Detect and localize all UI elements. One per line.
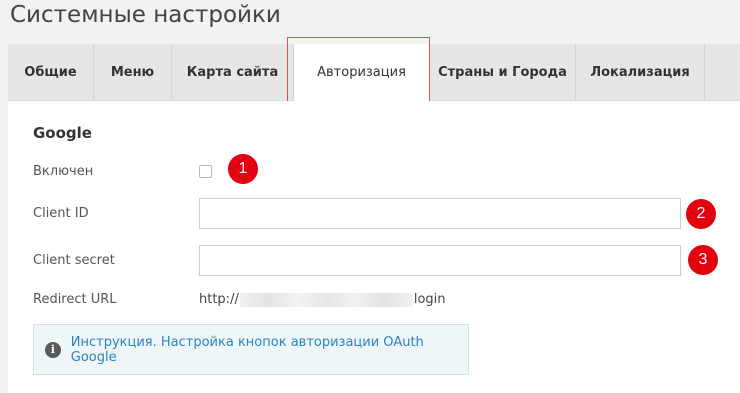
redirect-url-prefix: http:// [199, 292, 239, 307]
tab-menu[interactable]: Меню [94, 44, 172, 100]
info-icon: i [45, 341, 61, 358]
redacted-domain [239, 292, 413, 307]
enabled-checkbox[interactable] [199, 165, 212, 178]
page-title: Системные настройки [10, 2, 281, 28]
client-secret-input[interactable] [199, 245, 681, 276]
tab-sitemap[interactable]: Карта сайта [172, 44, 294, 100]
tab-bar: Общие Меню Карта сайта Авторизация Стран… [8, 44, 740, 101]
tab-general[interactable]: Общие [8, 44, 94, 100]
annotation-badge-2: 2 [686, 199, 716, 229]
tab-countries-cities[interactable]: Страны и Города [430, 44, 576, 100]
annotation-badge-1: 1 [228, 154, 258, 184]
tab-authorization[interactable]: Авторизация [294, 44, 430, 101]
tab-localization[interactable]: Локализация [576, 44, 705, 100]
client-secret-label: Client secret [33, 253, 115, 268]
enabled-label: Включен [33, 164, 94, 179]
redirect-url-label: Redirect URL [33, 292, 117, 307]
info-box: i Инструкция. Настройка кнопок авторизац… [33, 324, 469, 375]
redirect-url-suffix: login [413, 292, 446, 307]
redirect-url-value: http:// login [199, 292, 446, 307]
annotation-badge-3: 3 [688, 245, 718, 275]
instruction-link[interactable]: Инструкция. Настройка кнопок авторизации… [71, 335, 468, 365]
client-id-label: Client ID [33, 206, 89, 221]
client-id-input[interactable] [199, 198, 681, 229]
section-title: Google [33, 124, 92, 142]
